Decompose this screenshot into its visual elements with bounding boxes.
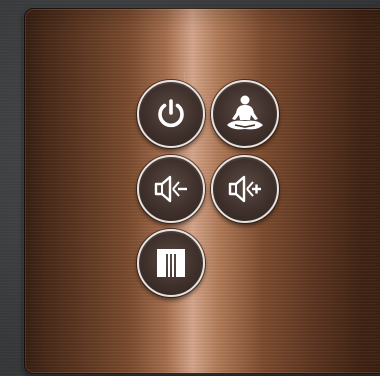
- power-icon: [153, 96, 189, 132]
- volume-up-button[interactable]: [211, 155, 279, 223]
- meditation-icon: [223, 94, 267, 134]
- volume-up-icon: [225, 171, 265, 207]
- meditation-button[interactable]: [211, 80, 279, 148]
- power-button[interactable]: [137, 80, 205, 148]
- screen-button[interactable]: [137, 229, 205, 297]
- volume-down-button[interactable]: [137, 155, 205, 223]
- volume-down-icon: [151, 171, 191, 207]
- panel-icon: [154, 246, 188, 280]
